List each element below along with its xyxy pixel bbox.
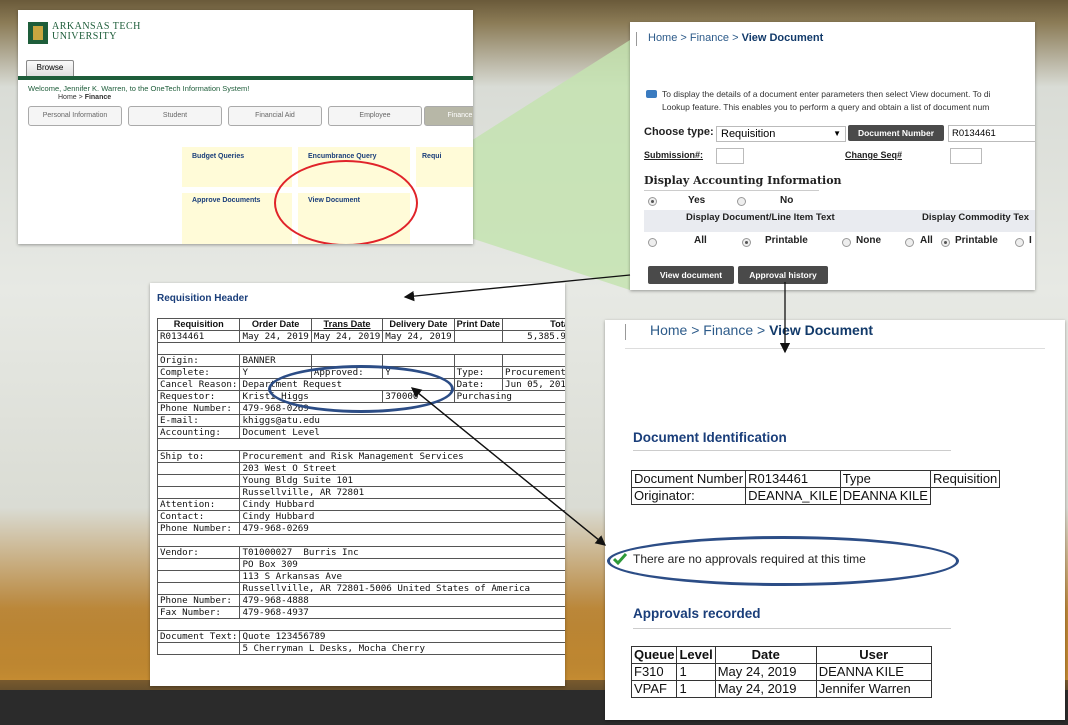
arrows-overlay — [403, 274, 791, 546]
arrow-to-requisition-header — [403, 274, 631, 302]
arrow-to-approvals-message — [411, 387, 607, 546]
